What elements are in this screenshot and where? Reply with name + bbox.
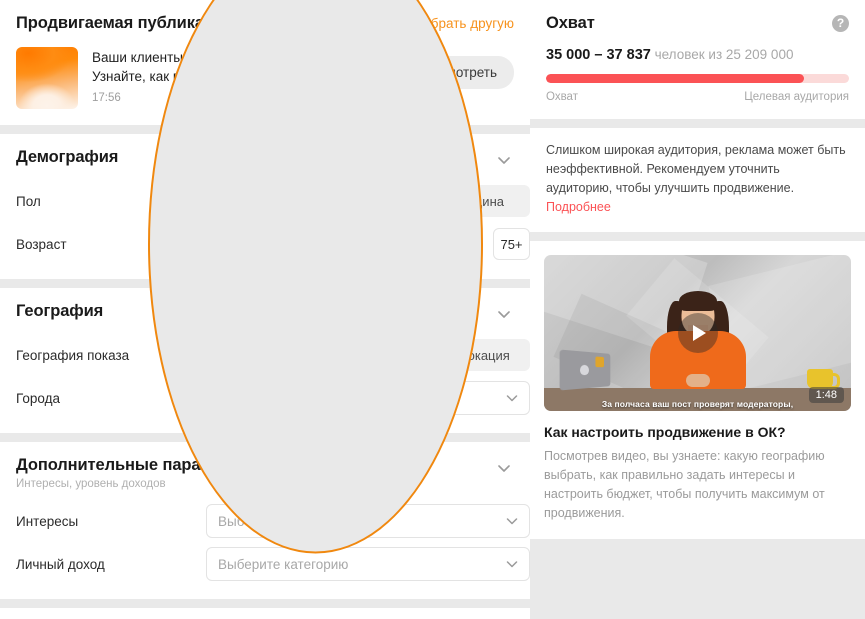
age-slider-track-area[interactable] [148, 0, 483, 554]
chevron-down-icon[interactable] [503, 555, 521, 573]
audience-warning-card: Слишком широкая аудитория, реклама может… [530, 128, 865, 232]
video-duration-badge: 1:48 [808, 387, 844, 403]
hands [685, 374, 710, 388]
reach-label-left: Охват [546, 91, 578, 103]
reach-numbers: 35 000 – 37 837 человек из 25 209 000 [546, 47, 849, 63]
age-max-value[interactable]: 75+ [493, 228, 530, 260]
income-select[interactable]: Выберите категорию [206, 547, 530, 581]
interests-label: Интересы [16, 513, 79, 529]
chevron-down-icon[interactable] [494, 150, 514, 170]
reach-total: человек из 25 209 000 [654, 47, 794, 62]
tutorial-video-card: За полчаса ваш пост проверят модераторы,… [530, 241, 865, 539]
demography-section: Демография Пол Любой Мужчина Женщина Воз… [0, 0, 530, 554]
video-title: Как настроить продвижение в ОК? [544, 424, 786, 440]
form-footer: Нажимая кнопку «Создать», вы соглашаетес… [0, 608, 530, 619]
reach-range: 35 000 – 37 837 [546, 47, 651, 63]
age-row: Возраст 12 75+ [16, 0, 530, 554]
video-subtitle-overlay: За полчаса ваш пост проверят модераторы, [601, 399, 794, 409]
warning-text: Слишком широкая аудитория, реклама может… [546, 143, 846, 195]
card-divider [0, 599, 530, 608]
reach-header: Охват ? [546, 14, 849, 33]
warning-more-link[interactable]: Подробнее [546, 200, 611, 214]
video-thumbnail[interactable]: За полчаса ваш пост проверят модераторы,… [544, 255, 851, 411]
reach-label-right: Целевая аудитория [744, 91, 849, 103]
income-placeholder: Выберите категорию [218, 556, 349, 572]
card-divider [530, 119, 865, 128]
play-icon[interactable] [677, 313, 718, 353]
age-control: 12 75+ [148, 0, 530, 554]
video-description: Посмотрев видео, вы узнаете: какую геогр… [544, 449, 825, 520]
chevron-down-icon[interactable] [494, 304, 514, 324]
info-column: Охват ? 35 000 – 37 837 человек из 25 20… [530, 0, 865, 619]
reach-progress-bar [546, 74, 849, 83]
reach-title: Охват [546, 14, 595, 32]
laptop [560, 349, 611, 391]
card-divider [530, 232, 865, 241]
income-label: Личный доход [16, 556, 105, 572]
apple-logo-icon [580, 364, 590, 375]
hair-top [678, 291, 717, 312]
income-row: Личный доход Выберите категорию [16, 545, 530, 583]
ad-targeting-screen: Продвигаемая публикация Выбрать другую В… [0, 0, 865, 619]
demography-title: Демография [16, 148, 119, 166]
chevron-down-icon[interactable] [494, 458, 514, 478]
help-icon[interactable]: ? [832, 15, 849, 32]
income-value: Выберите категорию [215, 557, 503, 572]
post-thumbnail[interactable] [16, 47, 78, 109]
reach-bar-labels: Охват Целевая аудитория [546, 91, 849, 103]
chevron-down-icon[interactable] [503, 389, 521, 407]
laptop-sticker [595, 356, 605, 367]
income-control: Выберите категорию [206, 547, 530, 581]
chevron-down-icon[interactable] [503, 512, 521, 530]
warning-text-block: Слишком широкая аудитория, реклама может… [546, 141, 849, 217]
reach-card: Охват ? 35 000 – 37 837 человек из 25 20… [530, 0, 865, 119]
reach-progress-fill [546, 74, 804, 83]
age-range-slider: 12 75+ [148, 0, 530, 554]
settings-column: Продвигаемая публикация Выбрать другую В… [0, 0, 530, 619]
geography-title: География [16, 302, 104, 320]
